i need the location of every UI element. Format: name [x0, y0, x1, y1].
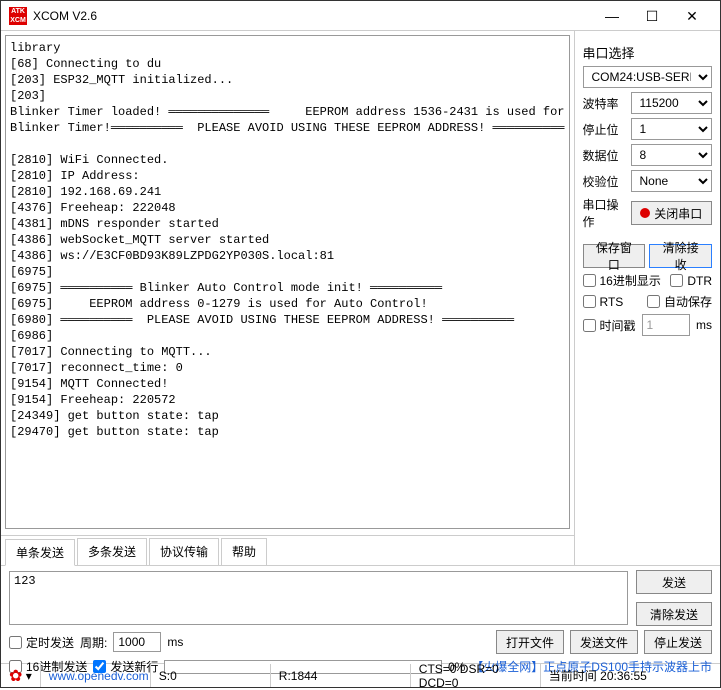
- window-title: XCOM V2.6: [33, 9, 592, 23]
- status-bar: ✿ ▾ www.openedv.com S:0 R:1844 CTS=0 DSR…: [1, 663, 720, 687]
- baud-label: 波特率: [583, 95, 625, 112]
- data-label: 数据位: [583, 147, 625, 164]
- close-port-button[interactable]: 关闭串口: [631, 201, 713, 225]
- save-window-button[interactable]: 保存窗口: [583, 244, 646, 268]
- serial-panel: 串口选择 COM24:USB-SERIAL CH34 波特率 115200 停止位…: [575, 31, 721, 565]
- gear-icon[interactable]: ✿: [9, 666, 22, 686]
- baud-select[interactable]: 115200: [631, 92, 713, 114]
- app-logo: ATK XCM: [9, 7, 27, 25]
- send-button[interactable]: 发送: [636, 570, 712, 594]
- rts-checkbox[interactable]: [583, 295, 596, 308]
- clear-recv-button[interactable]: 清除接收: [649, 244, 712, 268]
- send-area: 123 发送 清除发送 定时发送 周期: ms 打开文件 发送文件 停止发送 1…: [1, 565, 720, 663]
- period-label: 周期:: [80, 634, 107, 651]
- period-unit: ms: [167, 635, 183, 649]
- open-file-button[interactable]: 打开文件: [496, 630, 564, 654]
- parity-select[interactable]: None: [631, 170, 713, 192]
- ts-unit: ms: [696, 318, 712, 332]
- time-label: 当前时间: [549, 667, 597, 684]
- send-textarea[interactable]: 123: [9, 571, 628, 625]
- tab-protocol[interactable]: 协议传输: [149, 538, 219, 565]
- status-s: S:0: [151, 664, 271, 687]
- stop-send-button[interactable]: 停止发送: [644, 630, 712, 654]
- serial-header: 串口选择: [583, 43, 713, 62]
- port-select[interactable]: COM24:USB-SERIAL CH34: [583, 66, 713, 88]
- hex-display-checkbox[interactable]: [583, 274, 596, 287]
- dtr-label: DTR: [687, 274, 712, 288]
- data-select[interactable]: 8: [631, 144, 713, 166]
- dropdown-icon[interactable]: ▾: [26, 669, 32, 683]
- period-input[interactable]: [113, 632, 161, 652]
- send-tabs: 单条发送 多条发送 协议传输 帮助: [1, 535, 574, 565]
- terminal-output[interactable]: library [68] Connecting to du [203] ESP3…: [5, 35, 570, 529]
- titlebar: ATK XCM XCOM V2.6 — ☐ ✕: [1, 1, 720, 31]
- clear-send-button[interactable]: 清除发送: [636, 602, 712, 626]
- op-label: 串口操作: [583, 196, 625, 230]
- hex-display-label: 16进制显示: [600, 272, 661, 289]
- timestamp-input[interactable]: [642, 314, 690, 336]
- tab-multi-send[interactable]: 多条发送: [77, 538, 147, 565]
- parity-label: 校验位: [583, 173, 625, 190]
- timestamp-label: 时间戳: [600, 317, 636, 334]
- send-file-button[interactable]: 发送文件: [570, 630, 638, 654]
- status-r: R:1844: [271, 664, 411, 687]
- minimize-button[interactable]: —: [592, 2, 632, 30]
- dtr-checkbox[interactable]: [670, 274, 683, 287]
- timed-send-label: 定时发送: [26, 634, 74, 651]
- close-button[interactable]: ✕: [672, 2, 712, 30]
- url-link[interactable]: www.openedv.com: [41, 664, 151, 687]
- time-value: 20:36:55: [600, 669, 647, 683]
- status-cts: CTS=0 DSR=0 DCD=0: [411, 664, 541, 687]
- autosave-checkbox[interactable]: [647, 295, 660, 308]
- timed-send-checkbox[interactable]: [9, 636, 22, 649]
- stop-select[interactable]: 1: [631, 118, 713, 140]
- tab-help[interactable]: 帮助: [221, 538, 267, 565]
- rts-label: RTS: [600, 295, 624, 309]
- timestamp-checkbox[interactable]: [583, 319, 596, 332]
- tab-single-send[interactable]: 单条发送: [5, 539, 75, 566]
- port-status-icon: [640, 208, 650, 218]
- maximize-button[interactable]: ☐: [632, 2, 672, 30]
- stop-label: 停止位: [583, 121, 625, 138]
- autosave-label: 自动保存: [664, 293, 712, 310]
